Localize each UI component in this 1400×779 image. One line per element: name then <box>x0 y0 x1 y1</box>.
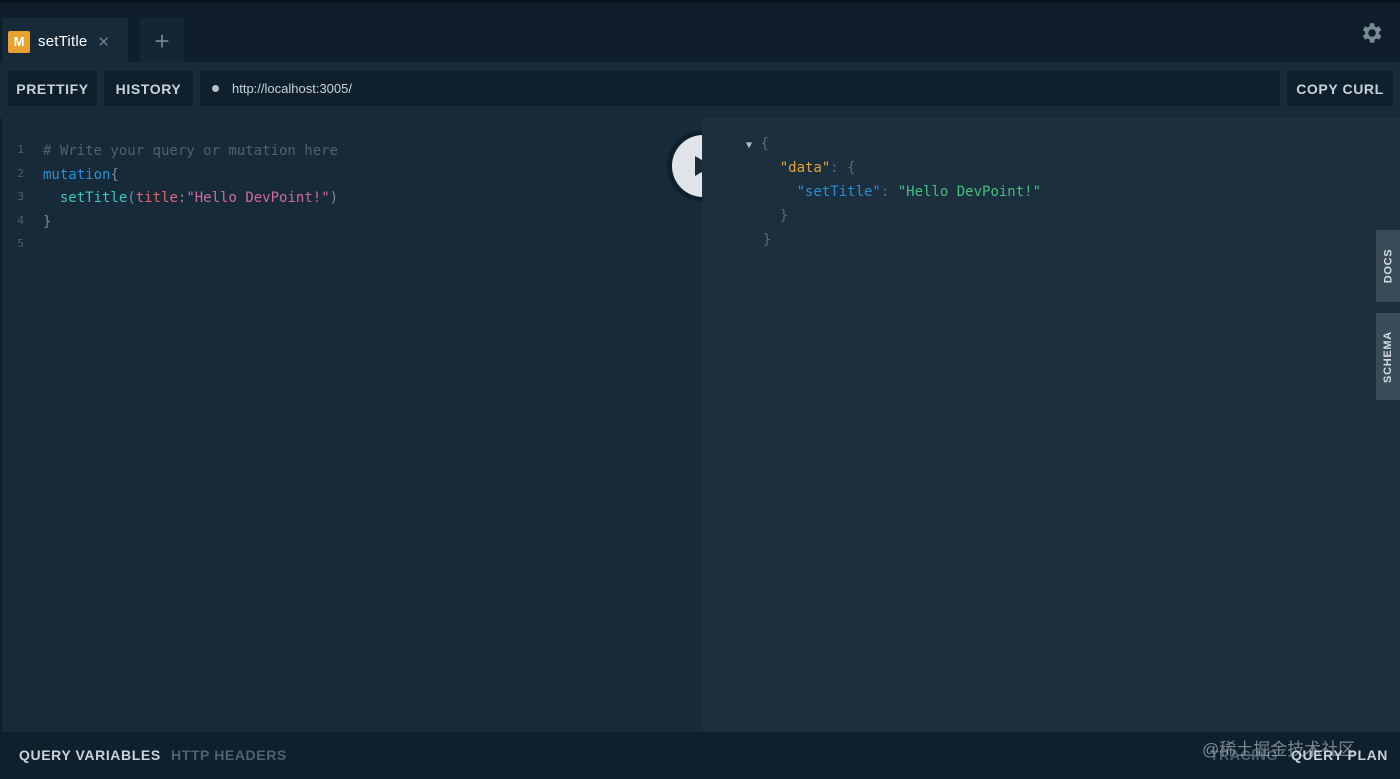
code-keyword: mutation <box>43 166 111 183</box>
tab-title: setTitle <box>38 33 88 50</box>
close-icon[interactable]: ✕ <box>97 33 110 51</box>
line-number: 1 <box>17 143 24 156</box>
code-line-close: } <box>43 213 52 230</box>
result-value: "Hello DevPoint!" <box>897 184 1042 200</box>
history-button[interactable]: HISTORY <box>104 71 193 106</box>
gear-icon[interactable] <box>1358 20 1384 46</box>
result-line-close: } <box>746 232 1041 256</box>
result-json: ▼ { "data": { "setTitle": "Hello DevPoin… <box>746 136 1041 256</box>
result-key-data: "data" <box>779 160 831 176</box>
code-line-mutation: mutation{ <box>43 166 119 183</box>
add-tab-button[interactable]: + <box>140 18 184 65</box>
graphql-playground: M setTitle ✕ + PRETTIFY HISTORY http://l… <box>0 0 1400 779</box>
docs-tab[interactable]: DOCS <box>1376 230 1400 302</box>
line-numbers: 1 2 3 4 5 <box>2 143 32 261</box>
tab-bar: M setTitle ✕ + <box>0 0 1400 65</box>
mutation-badge: M <box>8 30 30 53</box>
result-line-open: ▼ { <box>746 136 1041 160</box>
result-key-settitle: "setTitle" <box>796 184 881 200</box>
copy-curl-button[interactable]: COPY CURL <box>1287 71 1393 106</box>
tab-settitle[interactable]: M setTitle ✕ <box>2 18 128 65</box>
line-number: 2 <box>17 166 24 180</box>
result-line-settitle: "setTitle": "Hello DevPoint!" <box>796 184 1042 200</box>
http-headers-tab[interactable]: HTTP HEADERS <box>171 747 287 763</box>
bottom-bar: QUERY VARIABLES HTTP HEADERS TRACING QUE… <box>0 732 1400 779</box>
code-string: "Hello DevPoint!" <box>186 190 330 206</box>
result-brace: { <box>760 136 769 152</box>
code-argument: title <box>135 190 178 206</box>
docs-label: DOCS <box>1382 248 1394 284</box>
query-variables-tab[interactable]: QUERY VARIABLES <box>19 747 161 763</box>
status-dot-icon <box>212 85 219 92</box>
line-number: 4 <box>17 213 24 227</box>
code-field: setTitle <box>59 190 128 206</box>
result-viewer: ▼ { "data": { "setTitle": "Hello DevPoin… <box>702 118 1400 732</box>
result-line-close-inner: } <box>746 208 789 224</box>
prettify-button[interactable]: PRETTIFY <box>8 71 97 106</box>
code-comment: # Write your query or mutation here <box>43 143 339 159</box>
result-line-data: "data": { <box>779 160 856 176</box>
watermark: @稀土掘金技术社区 <box>1202 740 1356 759</box>
query-editor[interactable]: 1 2 3 4 5 # Write your query or mutation… <box>2 118 702 732</box>
line-number: 5 <box>17 237 24 250</box>
line-number: 3 <box>17 190 24 203</box>
toolbar: PRETTIFY HISTORY http://localhost:3005/ … <box>0 62 1400 118</box>
schema-label: SCHEMA <box>1382 330 1394 383</box>
query-code: # Write your query or mutation here muta… <box>43 143 338 261</box>
endpoint-url: http://localhost:3005/ <box>232 81 352 96</box>
schema-tab[interactable]: SCHEMA <box>1376 313 1400 400</box>
result-brace: } <box>762 232 772 248</box>
code-line-field: setTitle(title:"Hello DevPoint!") <box>59 190 339 206</box>
endpoint-url-input[interactable]: http://localhost:3005/ <box>200 71 1280 106</box>
